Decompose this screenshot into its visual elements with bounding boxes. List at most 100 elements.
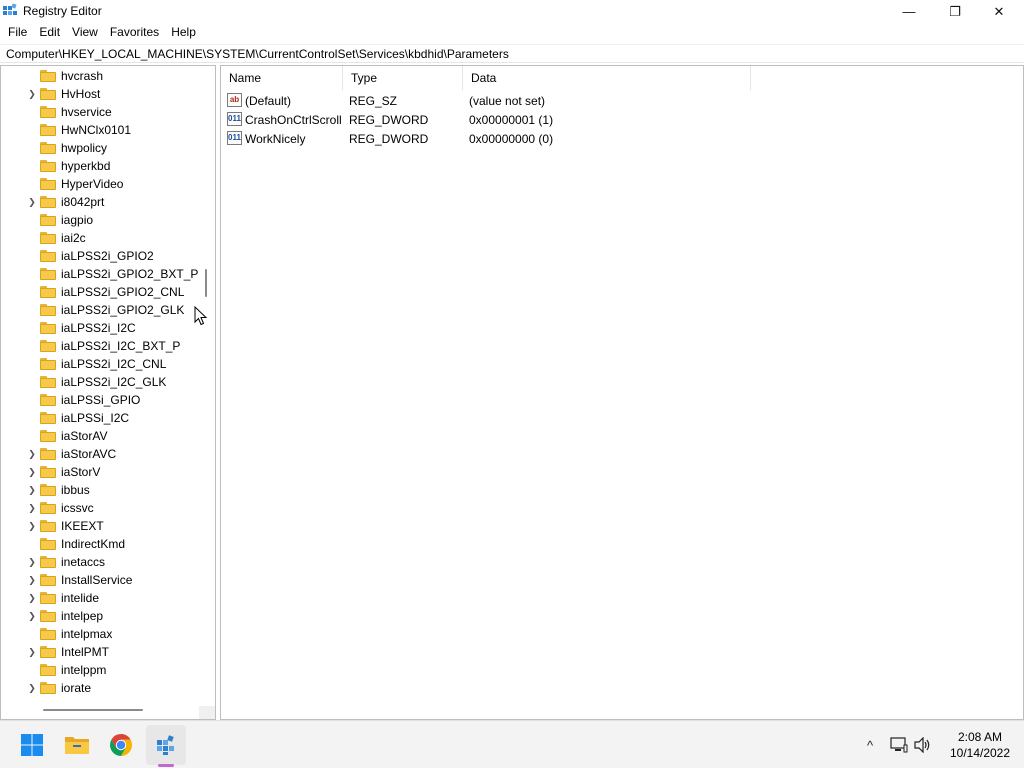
- tree-item[interactable]: iaLPSSi_I2C: [1, 409, 201, 427]
- folder-icon: [40, 502, 56, 514]
- registry-editor-button[interactable]: [146, 725, 186, 765]
- maximize-button[interactable]: ❐: [932, 0, 978, 23]
- tree-item[interactable]: ❯ inetaccs: [1, 553, 201, 571]
- tree-horizontal-scrollbar[interactable]: [1, 706, 215, 719]
- chevron-right-icon[interactable]: ❯: [26, 466, 38, 478]
- menu-file[interactable]: File: [0, 23, 33, 42]
- tree-item-label: ibbus: [61, 483, 90, 497]
- tree-item[interactable]: ❯ InstallService: [1, 571, 201, 589]
- value-row[interactable]: 011 WorkNicely REG_DWORD 0x00000000 (0): [221, 129, 781, 148]
- show-hidden-icons-button[interactable]: ^: [860, 721, 880, 769]
- tree-vertical-scroll-thumb[interactable]: [205, 269, 207, 297]
- tree-item[interactable]: ❯ HvHost: [1, 85, 201, 103]
- tree-item[interactable]: iagpio: [1, 211, 201, 229]
- address-bar[interactable]: Computer\HKEY_LOCAL_MACHINE\SYSTEM\Curre…: [0, 44, 1024, 63]
- active-app-indicator: [158, 764, 174, 767]
- tree-item[interactable]: ❯ intelide: [1, 589, 201, 607]
- folder-icon: [40, 106, 56, 118]
- tree-item[interactable]: iaLPSS2i_GPIO2: [1, 247, 201, 265]
- chevron-right-icon[interactable]: ❯: [26, 610, 38, 622]
- tree-item[interactable]: iaLPSS2i_GPIO2_CNL: [1, 283, 201, 301]
- menu-help[interactable]: Help: [165, 23, 202, 42]
- file-explorer-button[interactable]: [57, 725, 97, 765]
- chevron-right-icon[interactable]: ❯: [26, 592, 38, 604]
- column-header-type[interactable]: Type: [343, 66, 463, 90]
- key-tree-pane[interactable]: hvcrash ❯ HvHost hvservice HwNClx0101 hwpolic…: [0, 65, 216, 720]
- tree-item[interactable]: IndirectKmd: [1, 535, 201, 553]
- tree-vertical-scrollbar[interactable]: [199, 66, 215, 706]
- tree-item[interactable]: iaStorAV: [1, 427, 201, 445]
- chevron-right-icon[interactable]: ❯: [26, 502, 38, 514]
- chevron-right-icon[interactable]: ❯: [26, 574, 38, 586]
- tree-item[interactable]: hvcrash: [1, 67, 201, 85]
- tree-item[interactable]: HyperVideo: [1, 175, 201, 193]
- volume-button[interactable]: [912, 721, 934, 769]
- tree-item[interactable]: ❯ IntelPMT: [1, 643, 201, 661]
- chevron-right-icon[interactable]: ❯: [26, 682, 38, 694]
- tree-item-label: IndirectKmd: [61, 537, 126, 551]
- tree-item-label: intelide: [61, 591, 100, 605]
- tree-item[interactable]: hwpolicy: [1, 139, 201, 157]
- taskbar: ^ 2:08 AM 10/14/2022: [0, 720, 1024, 768]
- chevron-right-icon[interactable]: ❯: [26, 556, 38, 568]
- chevron-right-icon[interactable]: ❯: [26, 484, 38, 496]
- column-header-data[interactable]: Data: [463, 66, 751, 90]
- tree-item[interactable]: ❯ iorate: [1, 679, 201, 697]
- close-button[interactable]: ✕: [976, 0, 1022, 23]
- chevron-right-icon[interactable]: ❯: [26, 520, 38, 532]
- tree-item-label: hvservice: [61, 105, 112, 119]
- column-header-name[interactable]: Name: [221, 66, 343, 90]
- tree-item[interactable]: HwNClx0101: [1, 121, 201, 139]
- chevron-right-icon[interactable]: ❯: [26, 646, 38, 658]
- network-icon: [890, 737, 908, 753]
- menu-bar: File Edit View Favorites Help: [0, 23, 1024, 42]
- tree-item[interactable]: iaLPSS2i_I2C: [1, 319, 201, 337]
- tree-item-label: HyperVideo: [61, 177, 124, 191]
- chevron-right-icon[interactable]: ❯: [26, 448, 38, 460]
- tree-item[interactable]: hyperkbd: [1, 157, 201, 175]
- tree-item[interactable]: ❯ intelpep: [1, 607, 201, 625]
- menu-edit[interactable]: Edit: [33, 23, 66, 42]
- value-row[interactable]: 011 CrashOnCtrlScroll REG_DWORD 0x00000001 …: [221, 110, 781, 129]
- tree-item-label: hyperkbd: [61, 159, 111, 173]
- tree-item[interactable]: iaLPSSi_GPIO: [1, 391, 201, 409]
- minimize-button[interactable]: —: [886, 0, 932, 23]
- tree-item[interactable]: iaLPSS2i_GPIO2_BXT_P: [1, 265, 201, 283]
- folder-icon: [40, 304, 56, 316]
- tree-item[interactable]: ❯ IKEEXT: [1, 517, 201, 535]
- values-list-pane[interactable]: Name Type Data ab (Default) REG_SZ (value n…: [220, 65, 1024, 720]
- address-path[interactable]: Computer\HKEY_LOCAL_MACHINE\SYSTEM\Curre…: [6, 47, 509, 61]
- tree-item[interactable]: ❯ iaStorAVC: [1, 445, 201, 463]
- windows-logo-icon: [21, 734, 43, 756]
- clock[interactable]: 2:08 AM 10/14/2022: [940, 729, 1020, 761]
- value-row[interactable]: ab (Default) REG_SZ (value not set): [221, 91, 781, 110]
- tree-item[interactable]: iaLPSS2i_I2C_BXT_P: [1, 337, 201, 355]
- tree-item[interactable]: intelpmax: [1, 625, 201, 643]
- tree-item[interactable]: ❯ i8042prt: [1, 193, 201, 211]
- tree-item[interactable]: iaLPSS2i_GPIO2_GLK: [1, 301, 201, 319]
- value-data: 0x00000000 (0): [469, 132, 554, 146]
- tree-item[interactable]: iaLPSS2i_I2C_CNL: [1, 355, 201, 373]
- scrollbar-corner: [199, 706, 215, 719]
- chevron-right-icon[interactable]: ❯: [26, 196, 38, 208]
- tree-item[interactable]: iai2c: [1, 229, 201, 247]
- tree-item-label: iaLPSS2i_GPIO2_BXT_P: [61, 267, 199, 281]
- tree-item-label: iaLPSS2i_GPIO2_GLK: [61, 303, 185, 317]
- tree-item[interactable]: ❯ icssvc: [1, 499, 201, 517]
- chevron-right-icon[interactable]: ❯: [26, 88, 38, 100]
- string-value-icon: ab: [227, 93, 242, 107]
- folder-icon: [40, 682, 56, 694]
- tree-item[interactable]: ❯ iaStorV: [1, 463, 201, 481]
- folder-icon: [40, 286, 56, 298]
- tree-item-label: intelppm: [61, 663, 107, 677]
- tree-item[interactable]: intelppm: [1, 661, 201, 679]
- tree-item[interactable]: iaLPSS2i_I2C_GLK: [1, 373, 201, 391]
- tree-item[interactable]: hvservice: [1, 103, 201, 121]
- network-button[interactable]: [888, 721, 910, 769]
- menu-view[interactable]: View: [66, 23, 104, 42]
- start-button[interactable]: [12, 725, 52, 765]
- tree-item[interactable]: ❯ ibbus: [1, 481, 201, 499]
- menu-favorites[interactable]: Favorites: [104, 23, 165, 42]
- chrome-button[interactable]: [101, 725, 141, 765]
- tree-horizontal-scroll-thumb[interactable]: [43, 709, 143, 711]
